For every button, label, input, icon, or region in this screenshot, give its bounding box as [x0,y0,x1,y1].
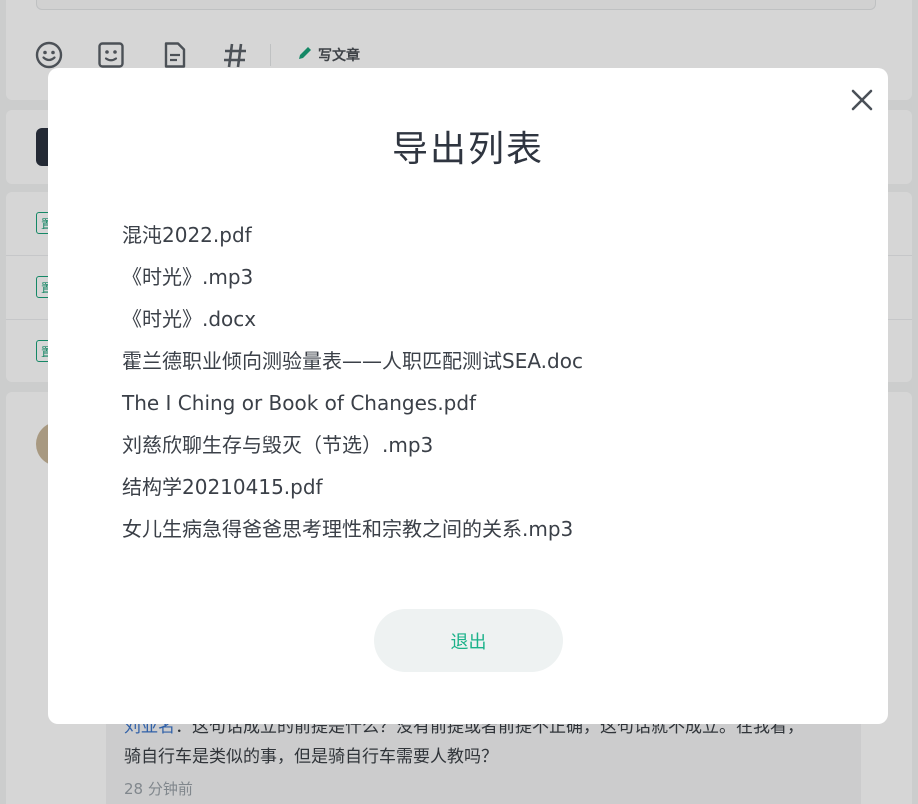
export-file-list: 混沌2022.pdf 《时光》.mp3 《时光》.docx 霍兰德职业倾向测验量… [122,214,583,550]
file-item[interactable]: 混沌2022.pdf [122,214,583,256]
export-list-dialog: 导出列表 混沌2022.pdf 《时光》.mp3 《时光》.docx 霍兰德职业… [48,68,888,724]
file-item[interactable]: 《时光》.docx [122,298,583,340]
file-item[interactable]: The I Ching or Book of Changes.pdf [122,382,583,424]
exit-button[interactable]: 退出 [374,609,563,672]
file-item[interactable]: 刘慈欣聊生存与毁灭（节选）.mp3 [122,424,583,466]
close-icon[interactable] [848,86,876,114]
file-item[interactable]: 霍兰德职业倾向测验量表——人职匹配测试SEA.doc [122,340,583,382]
file-item[interactable]: 女儿生病急得爸爸思考理性和宗教之间的关系.mp3 [122,508,583,550]
file-item[interactable]: 结构学20210415.pdf [122,466,583,508]
file-item[interactable]: 《时光》.mp3 [122,256,583,298]
dialog-title: 导出列表 [391,129,544,170]
